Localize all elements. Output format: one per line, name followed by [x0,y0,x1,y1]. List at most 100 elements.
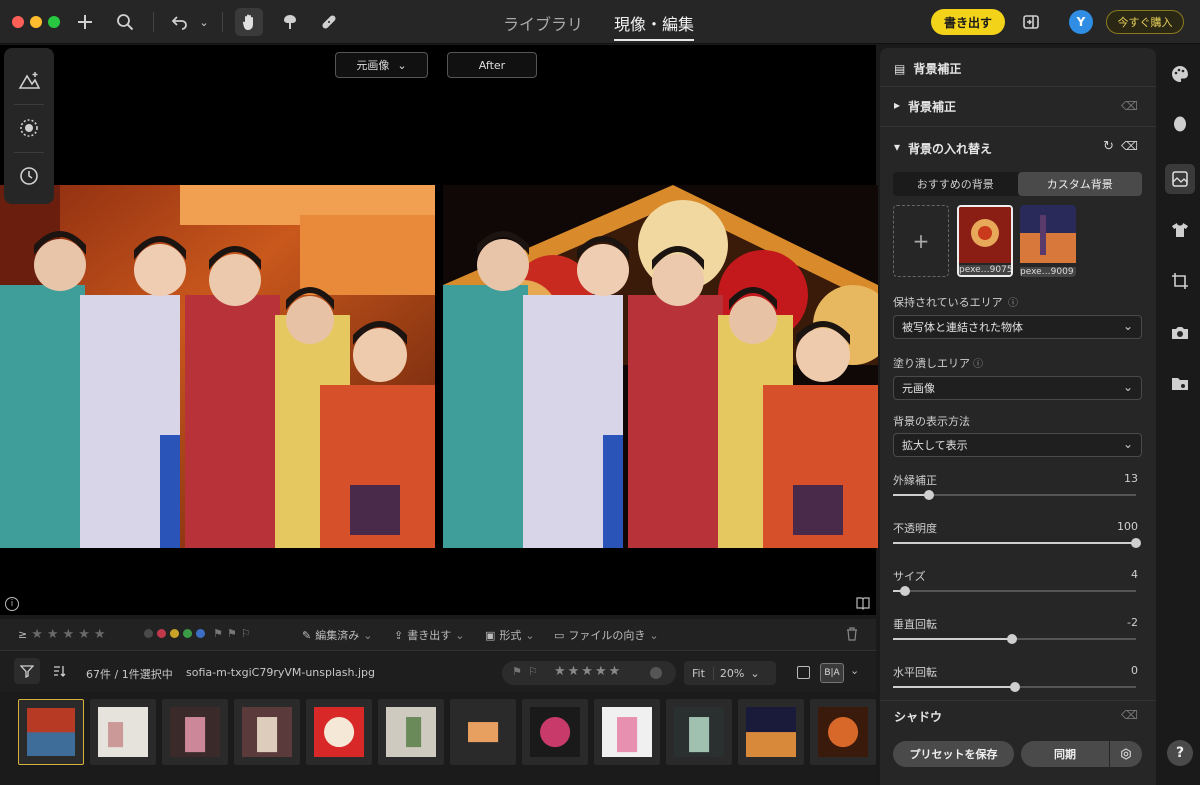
reset-icon[interactable]: ⌫ [1121,139,1138,153]
before-after-view-button[interactable]: B|A [820,663,844,683]
keep-area-select[interactable]: 被写体と連結された物体 ⌄ [893,315,1142,339]
star-icon[interactable]: ★ [63,627,75,642]
section-background-correction[interactable]: ▸ 背景補正 [894,98,1142,115]
palette-icon[interactable] [1168,62,1192,86]
flag-reject-icon[interactable]: ⚐ [528,665,538,678]
edge-correction-slider[interactable] [893,490,1136,500]
filmstrip-thumb[interactable] [162,699,228,765]
filmstrip-thumb[interactable] [738,699,804,765]
flag-icon[interactable]: ⚑ [213,627,223,640]
image-canvas[interactable]: 元画像 ⌄ After i [0,45,878,615]
color-label-green[interactable] [183,629,192,638]
chevron-down-icon[interactable]: ⌄ [190,8,218,36]
folder-eye-icon[interactable] [1168,372,1192,396]
zoom-fit-button[interactable]: Fit [684,666,714,680]
background-thumb[interactable]: pexe…9009 [1020,205,1076,277]
reset-icon[interactable]: ⌫ [1121,708,1138,722]
horizontal-rotation-slider[interactable] [893,682,1136,692]
tab-recommended-backgrounds[interactable]: おすすめの背景 [893,172,1018,196]
filmstrip-thumb[interactable] [450,699,516,765]
history-icon[interactable] [15,162,43,190]
save-preset-button[interactable]: プリセットを保存 [893,741,1014,767]
crop-icon[interactable] [1168,269,1192,293]
slider-knob[interactable] [900,586,911,596]
info-icon[interactable]: i [5,597,19,611]
filmstrip-thumb[interactable] [234,699,300,765]
camera-icon[interactable] [1168,321,1192,345]
mask-radial-icon[interactable] [15,114,43,142]
fill-area-select[interactable]: 元画像 ⌄ [893,376,1142,400]
opacity-slider[interactable] [893,538,1141,548]
filmstrip-thumb[interactable] [18,699,84,765]
flag-reject-icon[interactable]: ⚑ [227,627,237,640]
star-icon[interactable]: ★ [47,627,59,642]
filmstrip-thumb[interactable] [594,699,660,765]
flag-icon[interactable]: ⚑ [512,665,522,678]
tab-develop-edit[interactable]: 現像・編集 [614,11,695,41]
color-label-blue[interactable] [196,629,205,638]
filmstrip-thumb[interactable] [90,699,156,765]
zoom-window-button[interactable] [48,16,60,28]
rating-filter[interactable]: ≥ ★ ★ ★ ★ ★ [18,627,106,642]
filmstrip-thumb[interactable] [306,699,372,765]
background-thumb[interactable]: pexe…9075 [957,205,1013,277]
shadow-section-title[interactable]: シャドウ [894,708,1142,725]
help-icon[interactable]: ? [1167,740,1193,766]
filter-icon[interactable] [14,658,40,684]
face-icon[interactable] [1168,112,1192,136]
export-button[interactable]: 書き出す [931,9,1005,35]
filmstrip-thumb[interactable] [810,699,876,765]
sidebar-toggle-icon[interactable] [1017,8,1045,36]
info-icon[interactable]: ⓘ [973,355,983,370]
star-icon[interactable]: ★ [94,627,106,642]
tab-custom-backgrounds[interactable]: カスタム背景 [1017,172,1142,196]
exported-filter[interactable]: ⇪ 書き出す ⌄ [394,627,464,643]
star-icon[interactable]: ★ [78,627,90,642]
vertical-rotation-slider[interactable] [893,634,1136,644]
landscape-sparkle-icon[interactable] [15,66,43,94]
format-filter[interactable]: ▣ 形式 ⌄ [485,627,535,643]
flag-outline-icon[interactable]: ⚐ [241,627,251,640]
hand-icon[interactable] [235,8,263,36]
orientation-filter[interactable]: ▭ ファイルの向き ⌄ [554,627,659,643]
refresh-icon[interactable]: ↻ [1103,139,1114,154]
undo-icon[interactable] [165,8,193,36]
sync-button[interactable]: 同期 [1021,741,1109,767]
reset-icon[interactable]: ⌫ [1121,99,1138,113]
color-label-red[interactable] [157,629,166,638]
display-method-select[interactable]: 拡大して表示 ⌄ [893,433,1142,457]
compare-mode-select[interactable]: 元画像 ⌄ [335,52,428,78]
tab-library[interactable]: ライブラリ [503,11,583,35]
image-rating-control[interactable]: ⚑ ⚐ ★★★★★ [502,661,676,685]
star-icon[interactable]: ★ [31,627,43,642]
color-label-picker[interactable] [650,667,662,679]
slider-knob[interactable] [1009,682,1020,692]
filmstrip-thumb[interactable] [666,699,732,765]
background-icon[interactable] [1165,164,1195,194]
trash-icon[interactable] [846,627,858,641]
add-background-button[interactable]: + [893,205,949,277]
info-icon[interactable]: ⓘ [1008,294,1018,309]
bandage-icon[interactable] [315,8,343,36]
minimize-window-button[interactable] [30,16,42,28]
slider-knob[interactable] [1007,634,1018,644]
edited-filter[interactable]: ✎ 編集済み ⌄ [302,627,372,643]
chevron-down-icon[interactable]: ⌄ [850,664,859,677]
buy-now-button[interactable]: 今すぐ購入 [1106,10,1184,34]
slider-knob[interactable] [1131,538,1141,548]
zoom-percent[interactable]: 20% [714,667,750,680]
search-icon[interactable] [111,8,139,36]
plus-icon[interactable] [71,8,99,36]
avatar[interactable]: Y [1069,10,1093,34]
brush-icon[interactable] [276,8,304,36]
zoom-control[interactable]: Fit 20% ⌄ [684,661,776,685]
sync-settings-icon[interactable] [1110,741,1142,767]
star-rating-icon[interactable]: ★★★★★ [554,664,622,679]
size-slider[interactable] [893,586,1136,596]
slider-knob[interactable] [924,490,935,500]
filmstrip-thumb[interactable] [522,699,588,765]
color-label-gray[interactable] [144,629,153,638]
filmstrip-thumb[interactable] [378,699,444,765]
book-icon[interactable] [856,596,870,610]
shirt-icon[interactable] [1168,218,1192,242]
